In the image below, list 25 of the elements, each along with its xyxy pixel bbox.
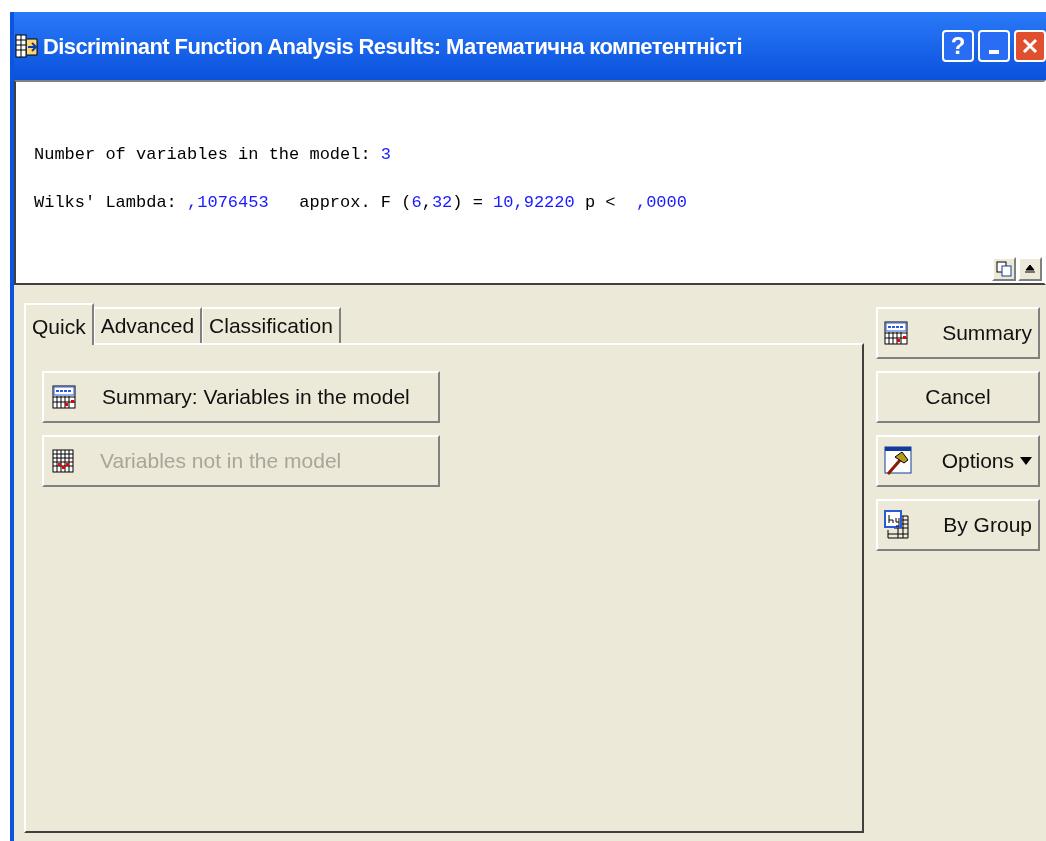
- grid-icon: [52, 449, 74, 473]
- window-title: Discriminant Function Analysis Results: Математична компетентністі: [43, 32, 742, 61]
- tab[interactable]: Advanced: [93, 307, 203, 343]
- close-icon: [1021, 37, 1039, 55]
- spreadsheet-icon: [52, 385, 76, 409]
- up-arrow-icon: [1025, 264, 1035, 274]
- output-line: Number of variables in the model: 3: [34, 144, 393, 166]
- output-line: Wilks' Lambda: ,1076453 approx. F (6,32) = 10,92220 p < ,0000: [34, 191, 688, 214]
- tab[interactable]: Quick: [24, 303, 94, 345]
- help-button[interactable]: ?: [942, 30, 974, 62]
- side-button[interactable]: Cancel: [876, 371, 1040, 423]
- minimize-icon: [989, 50, 999, 54]
- app-icon: [14, 33, 40, 59]
- copy-icon: [996, 261, 1012, 277]
- spreadsheet-icon: [884, 321, 908, 345]
- side-button[interactable]: Summary: [876, 307, 1040, 359]
- side-button[interactable]: Options: [876, 435, 1040, 487]
- collapse-button[interactable]: [1018, 257, 1042, 281]
- hammer-icon: [884, 446, 914, 476]
- action-button[interactable]: Summary: Variables in the model: [42, 371, 440, 423]
- close-button[interactable]: [1014, 30, 1046, 62]
- minimize-button[interactable]: [978, 30, 1010, 62]
- side-button[interactable]: By Group: [876, 499, 1040, 551]
- tab[interactable]: Classification: [202, 307, 341, 343]
- copy-button[interactable]: [992, 257, 1016, 281]
